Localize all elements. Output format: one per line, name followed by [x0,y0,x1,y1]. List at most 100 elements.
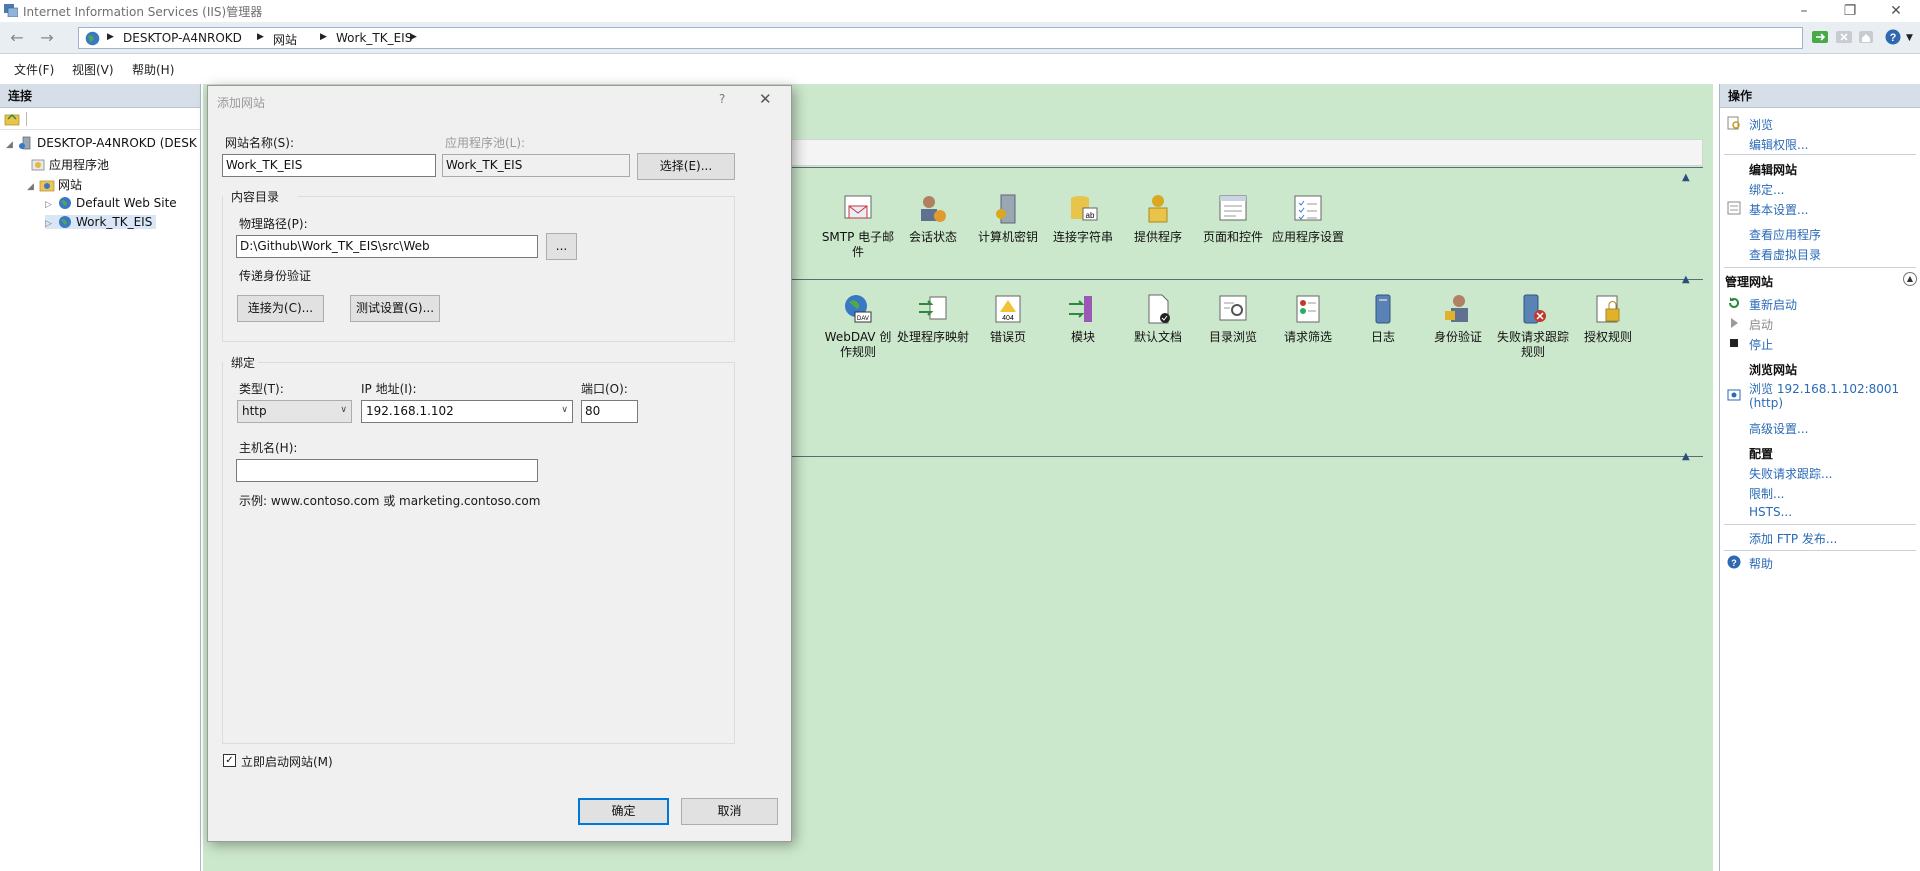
action-basic-settings[interactable]: 基本设置... [1749,201,1808,218]
feature-authorization-rules[interactable]: 授权规则 [1571,292,1645,345]
feature-default-document[interactable]: 默认文档 [1121,292,1195,345]
forward-arrow-icon[interactable]: → [36,28,58,48]
feature-request-filtering[interactable]: 请求筛选 [1271,292,1345,345]
expand-arrow-icon[interactable]: ▷ [45,219,57,229]
section-divider [1724,550,1916,551]
feature-smtp[interactable]: SMTP 电子邮件 [821,192,895,260]
feature-logging[interactable]: 日志 [1346,292,1420,345]
action-add-ftp-publishing[interactable]: 添加 FTP 发布... [1749,530,1837,547]
modules-icon [1069,296,1092,322]
collapse-group-icon[interactable]: ▲ [1682,172,1690,183]
cancel-button[interactable]: 取消 [681,798,778,825]
tree-item-sites[interactable]: ◢ 网站 [27,176,82,193]
tree-label: 网站 [58,178,83,192]
group-divider [763,279,1703,280]
physical-path-input[interactable]: D:\Github\Work_TK_EIS\src\Web [236,235,538,258]
title-bar: Internet Information Services (IIS)管理器 –… [0,0,1920,22]
section-manage-site: 管理网站 [1725,275,1774,289]
start-site-checkbox[interactable]: ✓ [223,754,236,767]
start-site-label[interactable]: 立即启动网站(M) [241,753,333,770]
collapse-arrow-icon[interactable]: ◢ [27,182,39,192]
action-advanced-settings[interactable]: 高级设置... [1749,420,1808,437]
expand-arrow-icon[interactable]: ▷ [45,200,57,210]
type-select[interactable]: http ∨ [237,400,352,423]
menu-view[interactable]: 视图(V) [72,61,114,78]
close-window-button[interactable]: ✕ [1873,1,1919,21]
breadcrumb-server[interactable]: DESKTOP-A4NROKD [123,31,242,45]
feature-app-settings[interactable]: 应用程序设置 [1271,192,1345,245]
feature-machine-key[interactable]: 计算机密钥 [971,192,1045,245]
feature-modules[interactable]: 模块 [1046,292,1120,345]
toolbar-divider [26,112,27,126]
tree-item-server[interactable]: ◢ DESKTOP-A4NROKD (DESK [6,136,197,150]
connect-as-button[interactable]: 连接为(C)... [237,295,324,322]
maximize-button[interactable]: ❐ [1827,1,1873,21]
action-limits[interactable]: 限制... [1749,485,1784,502]
tree-item-app-pools[interactable]: 应用程序池 [30,156,109,173]
action-edit-permissions[interactable]: 编辑权限... [1749,136,1808,153]
menu-bar: 文件(F) 视图(V) 帮助(H) [0,55,1920,82]
action-view-applications[interactable]: 查看应用程序 [1749,226,1821,243]
help-icon[interactable]: ? [1884,28,1904,46]
feature-connection-strings[interactable]: ab 连接字符串 [1046,192,1120,245]
connect-icon[interactable] [4,111,20,126]
action-view-virtual-directories[interactable]: 查看虚拟目录 [1749,246,1821,263]
collapse-group-icon[interactable]: ▲ [1682,274,1690,285]
feature-session-state[interactable]: 会话状态 [896,192,970,245]
action-help[interactable]: 帮助 [1749,555,1773,572]
action-stop[interactable]: 停止 [1749,336,1773,353]
tree-item-work-tk-eis[interactable]: ▷ Work_TK_EIS [45,215,157,229]
minimize-button[interactable]: – [1781,1,1827,21]
menu-help[interactable]: 帮助(H) [132,61,174,78]
tree-label: 应用程序池 [49,158,110,172]
feature-pages-controls[interactable]: 页面和控件 [1196,192,1270,245]
type-label: 类型(T): [239,382,284,396]
collapse-group-icon[interactable]: ▲ [1682,451,1690,462]
dialog-help-button[interactable]: ? [719,92,725,106]
feature-authentication[interactable]: 身份验证 [1421,292,1495,345]
collapse-arrow-icon[interactable]: ◢ [6,140,18,150]
action-start[interactable]: 启动 [1749,316,1773,333]
breadcrumb-site[interactable]: Work_TK_EIS [336,31,412,45]
stop-icon[interactable] [1834,28,1854,46]
host-name-input[interactable] [236,459,538,482]
action-browse-protocol[interactable]: (http) [1749,396,1783,410]
site-name-input[interactable]: Work_TK_EIS [222,154,436,177]
physical-path-label: 物理路径(P): [239,217,308,231]
close-icon[interactable]: ✕ [759,90,772,108]
breadcrumb-sites[interactable]: 网站 [273,31,297,48]
action-browse[interactable]: 浏览 [1749,116,1773,133]
start-icon [1731,318,1738,328]
menu-file[interactable]: 文件(F) [14,61,54,78]
refresh-icon[interactable] [1810,28,1830,46]
app-settings-icon [1294,195,1322,221]
tree-item-default-web-site[interactable]: ▷ Default Web Site [45,196,177,210]
ok-button[interactable]: 确定 [578,798,669,825]
feature-label: 默认文档 [1133,330,1182,344]
feature-webdav[interactable]: DAV WebDAV 创作规则 [821,292,895,360]
dropdown-arrow-icon[interactable]: ▼ [1906,33,1913,43]
test-settings-button[interactable]: 测试设置(G)... [350,295,440,322]
address-breadcrumb[interactable]: ▶ DESKTOP-A4NROKD ▶ 网站 ▶ Work_TK_EIS ▶ [78,27,1803,49]
action-hsts[interactable]: HSTS... [1749,505,1792,519]
feature-error-pages[interactable]: 404 错误页 [971,292,1045,345]
action-browse-address[interactable]: 浏览 192.168.1.102:8001 [1749,380,1899,397]
action-failed-request-tracing[interactable]: 失败请求跟踪... [1749,465,1832,482]
back-arrow-icon[interactable]: ← [6,28,28,48]
action-restart[interactable]: 重新启动 [1749,296,1797,313]
ip-address-select[interactable]: 192.168.1.102 ∨ [361,400,573,423]
feature-failed-request-tracing[interactable]: 失败请求跟踪规则 [1496,292,1570,360]
actions-pane: 操作 浏览 编辑权限... 编辑网站 绑定... 基本设置... 查看应用程序 … [1719,84,1920,871]
feature-handler-mappings[interactable]: 处理程序映射 [896,292,970,345]
home-icon[interactable] [1856,28,1876,46]
select-app-pool-button[interactable]: 选择(E)... [637,153,735,180]
feature-providers[interactable]: 提供程序 [1121,192,1195,245]
action-bindings[interactable]: 绑定... [1749,181,1784,198]
collapse-section-icon[interactable]: ▲ [1903,272,1917,286]
feature-label: 提供程序 [1133,230,1182,244]
chevron-down-icon: ∨ [340,405,347,415]
browse-path-button[interactable]: ... [546,233,577,260]
port-input[interactable]: 80 [581,400,638,423]
feature-label: 目录浏览 [1208,330,1257,344]
feature-directory-browsing[interactable]: 目录浏览 [1196,292,1270,345]
